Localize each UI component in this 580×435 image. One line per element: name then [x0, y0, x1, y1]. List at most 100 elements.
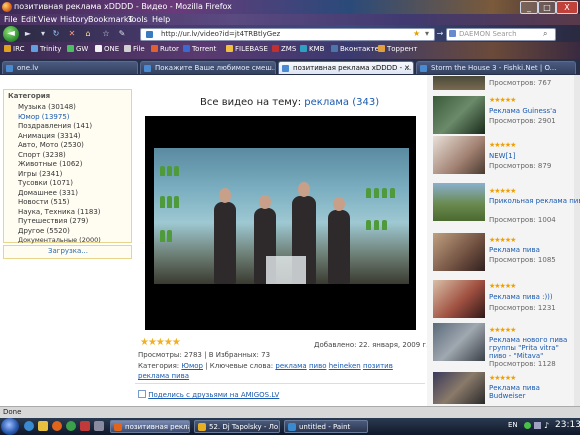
- home-icon[interactable]: ⌂: [82, 28, 94, 39]
- app-icon[interactable]: [80, 421, 90, 431]
- menu-edit[interactable]: Edit: [21, 15, 37, 24]
- star-icon[interactable]: ☆: [100, 28, 112, 39]
- related-title[interactable]: Прикольная реклама пива: [489, 197, 580, 205]
- taskbar-item-firefox[interactable]: позитивная реклама...: [110, 420, 190, 433]
- category-item[interactable]: Животные (1062): [18, 160, 83, 168]
- category-item[interactable]: Домашнее (331): [18, 189, 78, 197]
- menu-file[interactable]: File: [4, 15, 17, 24]
- bookmark-star-icon[interactable]: ★: [413, 29, 420, 38]
- category-item[interactable]: Другое (5520): [18, 227, 70, 235]
- bookmark-rutor[interactable]: Rutor: [151, 45, 179, 53]
- bookmark-one[interactable]: ONE: [95, 45, 119, 53]
- person: [214, 202, 236, 284]
- keyword-link[interactable]: позитив: [363, 362, 393, 370]
- firefox-icon[interactable]: [52, 421, 62, 431]
- related-title[interactable]: Реклама пива :))): [489, 293, 553, 301]
- keyword-link[interactable]: реклама пива: [138, 372, 189, 380]
- category-item[interactable]: Документальные (2000): [18, 236, 101, 244]
- page-scrollbar[interactable]: [574, 75, 580, 406]
- url-text[interactable]: http://ur.lv/video?id=jt4TRBtlyGez: [161, 30, 280, 38]
- language-indicator[interactable]: EN: [508, 421, 518, 429]
- bookmark-vkontakte[interactable]: Вконтакте: [331, 45, 379, 53]
- related-title[interactable]: Реклама пива Budweiser: [489, 384, 571, 400]
- start-button[interactable]: [1, 418, 19, 435]
- reload-icon[interactable]: ↻: [50, 28, 62, 39]
- search-input[interactable]: DAEMON Search ⌕: [446, 28, 556, 41]
- taskbar-item-paint[interactable]: untitled - Paint: [284, 420, 368, 433]
- bookmark-kmb[interactable]: KMB: [300, 45, 324, 53]
- volume-icon[interactable]: ♪: [544, 421, 549, 430]
- category-item[interactable]: Игры (2341): [18, 170, 62, 178]
- keyword-link[interactable]: пиво: [309, 362, 327, 370]
- video-frame[interactable]: [154, 148, 409, 284]
- related-views: Просмотров: 2901: [489, 117, 556, 125]
- network-icon[interactable]: [534, 422, 541, 429]
- category-item[interactable]: Анимация (3314): [18, 132, 81, 140]
- menu-history[interactable]: History: [60, 15, 88, 24]
- minimize-button[interactable]: _: [520, 1, 538, 14]
- menu-bookmarks[interactable]: Bookmarks: [88, 15, 133, 24]
- search-icon[interactable]: ⌕: [543, 29, 547, 39]
- category-item[interactable]: Тусовки (1071): [18, 179, 73, 187]
- media-icon[interactable]: [66, 421, 76, 431]
- rating-stars[interactable]: ★★★★★: [140, 337, 181, 348]
- related-title[interactable]: Реклама Guiness'a: [489, 107, 556, 115]
- keyword-link[interactable]: реклама: [275, 362, 306, 370]
- folder-icon[interactable]: [38, 421, 48, 431]
- keyword-link[interactable]: heineken: [329, 362, 361, 370]
- menu-tools[interactable]: Tools: [128, 15, 148, 24]
- category-item[interactable]: Авто, Мото (2530): [18, 141, 84, 149]
- menu-help[interactable]: Help: [152, 15, 170, 24]
- url-dropdown-icon[interactable]: ▾: [425, 29, 429, 38]
- category-link[interactable]: Юмор: [181, 362, 203, 370]
- related-thumbnail[interactable]: [433, 96, 485, 134]
- tab-one-lv[interactable]: one.lv: [2, 61, 138, 74]
- bookmark-irc[interactable]: IRC: [4, 45, 24, 53]
- tray-icon[interactable]: [524, 422, 531, 429]
- tab-favorite-funny[interactable]: Покажите Ваше любимое смеш...: [140, 61, 276, 74]
- category-item[interactable]: Наука, Техника (1183): [18, 208, 101, 216]
- dropdown-icon[interactable]: ▾: [37, 28, 49, 39]
- bookmark-icon[interactable]: ✎: [116, 28, 128, 39]
- bookmark-filebase[interactable]: FILEBASE: [226, 45, 268, 53]
- bookmark-gw[interactable]: GW: [67, 45, 88, 53]
- category-item[interactable]: Спорт (3238): [18, 151, 66, 159]
- related-title[interactable]: NEW[1]: [489, 152, 516, 160]
- category-item-selected[interactable]: Юмор (13975): [18, 113, 70, 121]
- bookmark-torrent[interactable]: Torrent: [183, 45, 216, 53]
- related-thumbnail[interactable]: [433, 233, 485, 271]
- related-thumbnail[interactable]: [433, 280, 485, 318]
- category-item[interactable]: Поздравления (141): [18, 122, 92, 130]
- close-button[interactable]: X: [556, 1, 578, 14]
- back-button[interactable]: ◄: [3, 26, 19, 42]
- heading-topic-link[interactable]: реклама: [304, 97, 349, 108]
- category-item[interactable]: Музыка (30148): [18, 103, 76, 111]
- tab-video-active[interactable]: позитивная реклама xDDDD - ... ✕: [278, 61, 414, 74]
- search-engine-icon[interactable]: [449, 30, 456, 37]
- url-bar[interactable]: http://ur.lv/video?id=jt4TRBtlyGez ★ ▾: [140, 28, 435, 41]
- taskbar-item-player[interactable]: 52. Dj Tapolsky - Ло...: [194, 420, 280, 433]
- related-thumbnail[interactable]: [433, 372, 485, 404]
- share-link[interactable]: Поделись с друзьями на AMIGOS.LV: [148, 391, 279, 399]
- category-item[interactable]: Новости (515): [18, 198, 69, 206]
- app-icon[interactable]: [94, 421, 104, 431]
- stop-icon[interactable]: ✕: [66, 28, 78, 39]
- related-thumbnail[interactable]: [433, 76, 485, 90]
- bookmark-zms[interactable]: ZMS: [272, 45, 296, 53]
- related-thumbnail[interactable]: [433, 323, 485, 361]
- tab-storm-the-house[interactable]: Storm the House 3 - Fishki.Net | O...: [416, 61, 576, 74]
- bookmark-trinity[interactable]: Trinity: [31, 45, 61, 53]
- related-thumbnail[interactable]: [433, 183, 485, 221]
- category-item[interactable]: Путешествия (279): [18, 217, 88, 225]
- bookmark-torrent-ru[interactable]: Торрент: [378, 45, 417, 53]
- forward-button[interactable]: ►: [22, 28, 34, 39]
- related-title[interactable]: Реклама нового пива группы "Prita vitra"…: [489, 336, 571, 360]
- tab-close-icon[interactable]: ✕: [404, 62, 410, 74]
- go-icon[interactable]: →: [434, 28, 446, 39]
- related-title[interactable]: Реклама пива: [489, 246, 540, 254]
- ie-icon[interactable]: [24, 421, 34, 431]
- bookmark-file[interactable]: File: [124, 45, 145, 53]
- maximize-button[interactable]: □: [538, 1, 556, 14]
- related-thumbnail[interactable]: [433, 136, 485, 174]
- menu-view[interactable]: View: [38, 15, 57, 24]
